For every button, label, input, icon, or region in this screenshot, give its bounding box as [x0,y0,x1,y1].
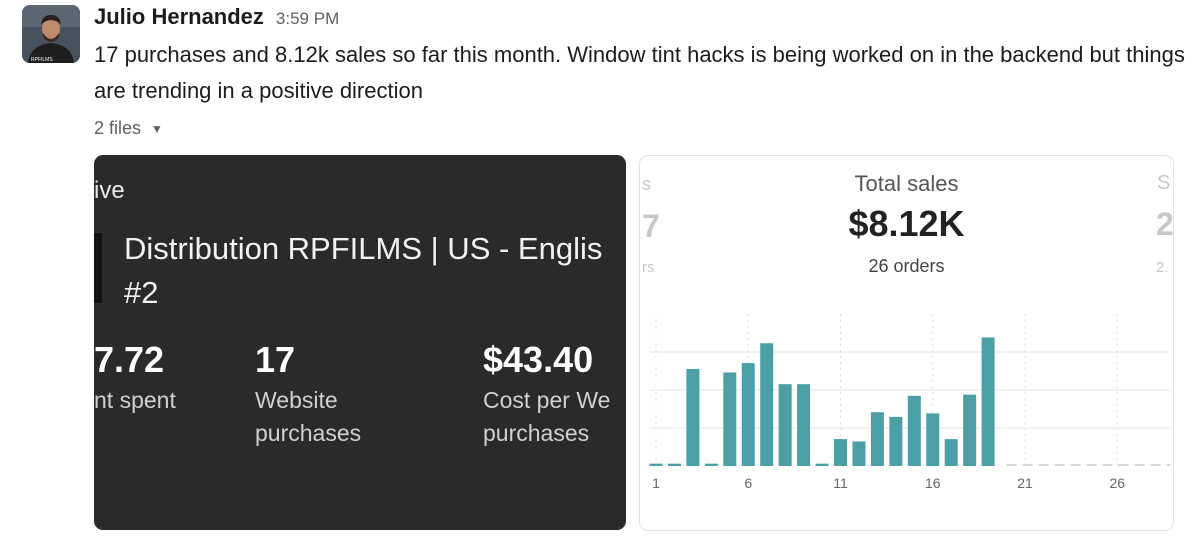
message-timestamp[interactable]: 3:59 PM [276,9,339,29]
card-value: $8.12K [848,203,965,244]
campaign-name: Distribution RPFILMS | US - Englis [124,231,603,266]
bar [686,368,700,466]
bar [944,439,958,466]
metric-value: $43.40 [483,339,594,380]
bar [907,395,921,466]
sales-chart: 1 6 11 16 21 26 [649,314,1170,491]
x-tick-label: 11 [833,475,848,491]
x-tick-label: 16 [925,475,941,491]
files-toggle[interactable]: 2 files ▼ [94,118,163,139]
card-title: Total sales [854,171,959,196]
message-header: Julio Hernandez 3:59 PM [94,4,339,34]
bar [963,394,977,466]
bar [815,463,829,466]
bar [870,412,884,466]
cropped-fragment: 2. [1156,259,1169,276]
status-fragment: ive [94,177,125,204]
cropped-fragment: 2 [1156,206,1174,242]
bar [852,441,866,466]
bar [834,439,847,466]
bar [760,343,774,466]
author-name[interactable]: Julio Hernandez [94,4,264,30]
bar [889,416,903,466]
cropped-fragment: S [1157,172,1171,194]
x-tick-label: 6 [744,475,752,491]
avatar[interactable]: RPFILMS [22,5,80,63]
x-tick-label: 26 [1109,475,1125,491]
metric-value: 7.72 [94,339,165,380]
x-tick-label: 1 [652,475,660,491]
bar [926,413,940,466]
svg-text:RPFILMS: RPFILMS [31,57,53,63]
campaign-suffix: #2 [124,275,159,310]
bar [667,463,681,466]
attachment-image-sales[interactable]: s 7 rs Total sales $8.12K 26 orders S 2 … [639,155,1174,531]
metric-label: Website [255,387,338,413]
bar [797,384,811,466]
bar [741,363,755,466]
x-tick-label: 21 [1017,475,1033,491]
metric-label: purchases [255,420,362,446]
bar [704,463,718,466]
card-sub: 26 orders [868,256,945,276]
bar [778,384,792,466]
message-text: 17 purchases and 8.12k sales so far this… [94,42,1185,103]
bar [649,463,663,466]
caret-down-icon: ▼ [151,121,163,136]
metric-label: purchases [483,420,590,446]
attachment-image-ads[interactable]: ive Distribution RPFILMS | US - Englis #… [94,155,626,530]
metric-label: nt spent [94,387,176,413]
bar [723,372,737,466]
campaign-thumbnail [94,233,102,303]
metric-label: Cost per We [483,387,611,413]
metric-value: 17 [255,339,296,380]
files-label: 2 files [94,118,142,138]
bar [981,337,995,466]
